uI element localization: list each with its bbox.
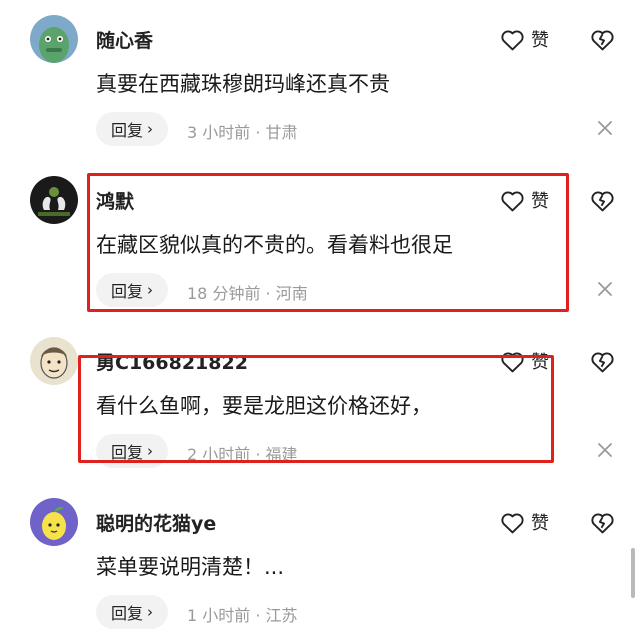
close-icon: [598, 121, 612, 135]
heart-outline-icon: [501, 513, 524, 533]
comment-text: 看什么鱼啊，要是龙胆这价格还好，: [96, 394, 432, 418]
reply-label: 回复: [110, 121, 143, 140]
like-label: 赞: [531, 191, 549, 212]
avatar-lemon-image: [30, 498, 78, 546]
comment-item: 勇C166821822 赞 看什么鱼啊，要是龙胆这价格还好， 回复 › 2 小时前…: [0, 322, 640, 483]
username[interactable]: 聪明的花猫ye: [96, 509, 216, 536]
comment-meta: 18 分钟前 · 河南: [187, 284, 308, 303]
comment-text: 在藏区貌似真的不贵的。看着料也很足: [96, 233, 453, 257]
comment-text: 真要在西藏珠穆朗玛峰还真不贵: [96, 72, 390, 96]
reply-button[interactable]: 回复 ›: [96, 595, 168, 629]
scrollbar[interactable]: [631, 548, 635, 598]
broken-heart-icon: [590, 513, 614, 533]
avatar-dinosaur-image: [30, 15, 78, 63]
like-button[interactable]: 赞: [500, 24, 549, 54]
username[interactable]: 鸿默: [96, 187, 134, 214]
avatar[interactable]: [30, 337, 78, 385]
dislike-button[interactable]: [589, 507, 615, 537]
heart-outline-icon: [501, 191, 524, 211]
avatar[interactable]: [30, 176, 78, 224]
like-label: 赞: [531, 352, 549, 373]
close-button[interactable]: [596, 280, 614, 298]
comment-meta: 3 小时前 · 甘肃: [187, 123, 298, 142]
like-button[interactable]: 赞: [500, 507, 549, 537]
username[interactable]: 勇C166821822: [96, 348, 248, 375]
comment-item: 鸿默 赞 在藏区貌似真的不贵的。看着料也很足 回复 › 18 分钟前 · 河南: [0, 161, 640, 322]
dislike-button[interactable]: [589, 346, 615, 376]
username[interactable]: 随心香: [96, 26, 153, 53]
chevron-right-icon: ›: [147, 120, 153, 138]
avatar[interactable]: [30, 498, 78, 546]
dislike-button[interactable]: [589, 185, 615, 215]
heart-outline-icon: [501, 352, 524, 372]
comment-item: 聪明的花猫ye 赞 菜单要说明清楚！... 回复 › 1 小时前 · 江苏: [0, 483, 640, 644]
reply-button[interactable]: 回复 ›: [96, 434, 168, 468]
broken-heart-icon: [590, 352, 614, 372]
reply-label: 回复: [110, 604, 143, 623]
avatar-swans-image: [30, 176, 78, 224]
reply-label: 回复: [110, 443, 143, 462]
close-icon: [598, 443, 612, 457]
chevron-right-icon: ›: [147, 442, 153, 460]
chevron-right-icon: ›: [147, 603, 153, 621]
comment-meta: 1 小时前 · 江苏: [187, 606, 298, 625]
comment-text: 菜单要说明清楚！...: [96, 555, 285, 579]
broken-heart-icon: [590, 191, 614, 211]
like-label: 赞: [531, 30, 549, 51]
close-icon: [598, 282, 612, 296]
reply-button[interactable]: 回复 ›: [96, 112, 168, 146]
like-button[interactable]: 赞: [500, 346, 549, 376]
comment-item: 随心香 赞 真要在西藏珠穆朗玛峰还真不贵 回复 › 3 小时前 · 甘肃: [0, 0, 640, 161]
chevron-right-icon: ›: [147, 281, 153, 299]
reply-button[interactable]: 回复 ›: [96, 273, 168, 307]
close-button[interactable]: [596, 119, 614, 137]
reply-label: 回复: [110, 282, 143, 301]
heart-outline-icon: [501, 30, 524, 50]
avatar[interactable]: [30, 15, 78, 63]
like-label: 赞: [531, 513, 549, 534]
like-button[interactable]: 赞: [500, 185, 549, 215]
broken-heart-icon: [590, 30, 614, 50]
close-button[interactable]: [596, 441, 614, 459]
avatar-cartoon-face-image: [30, 337, 78, 385]
comment-meta: 2 小时前 · 福建: [187, 445, 298, 464]
dislike-button[interactable]: [589, 24, 615, 54]
